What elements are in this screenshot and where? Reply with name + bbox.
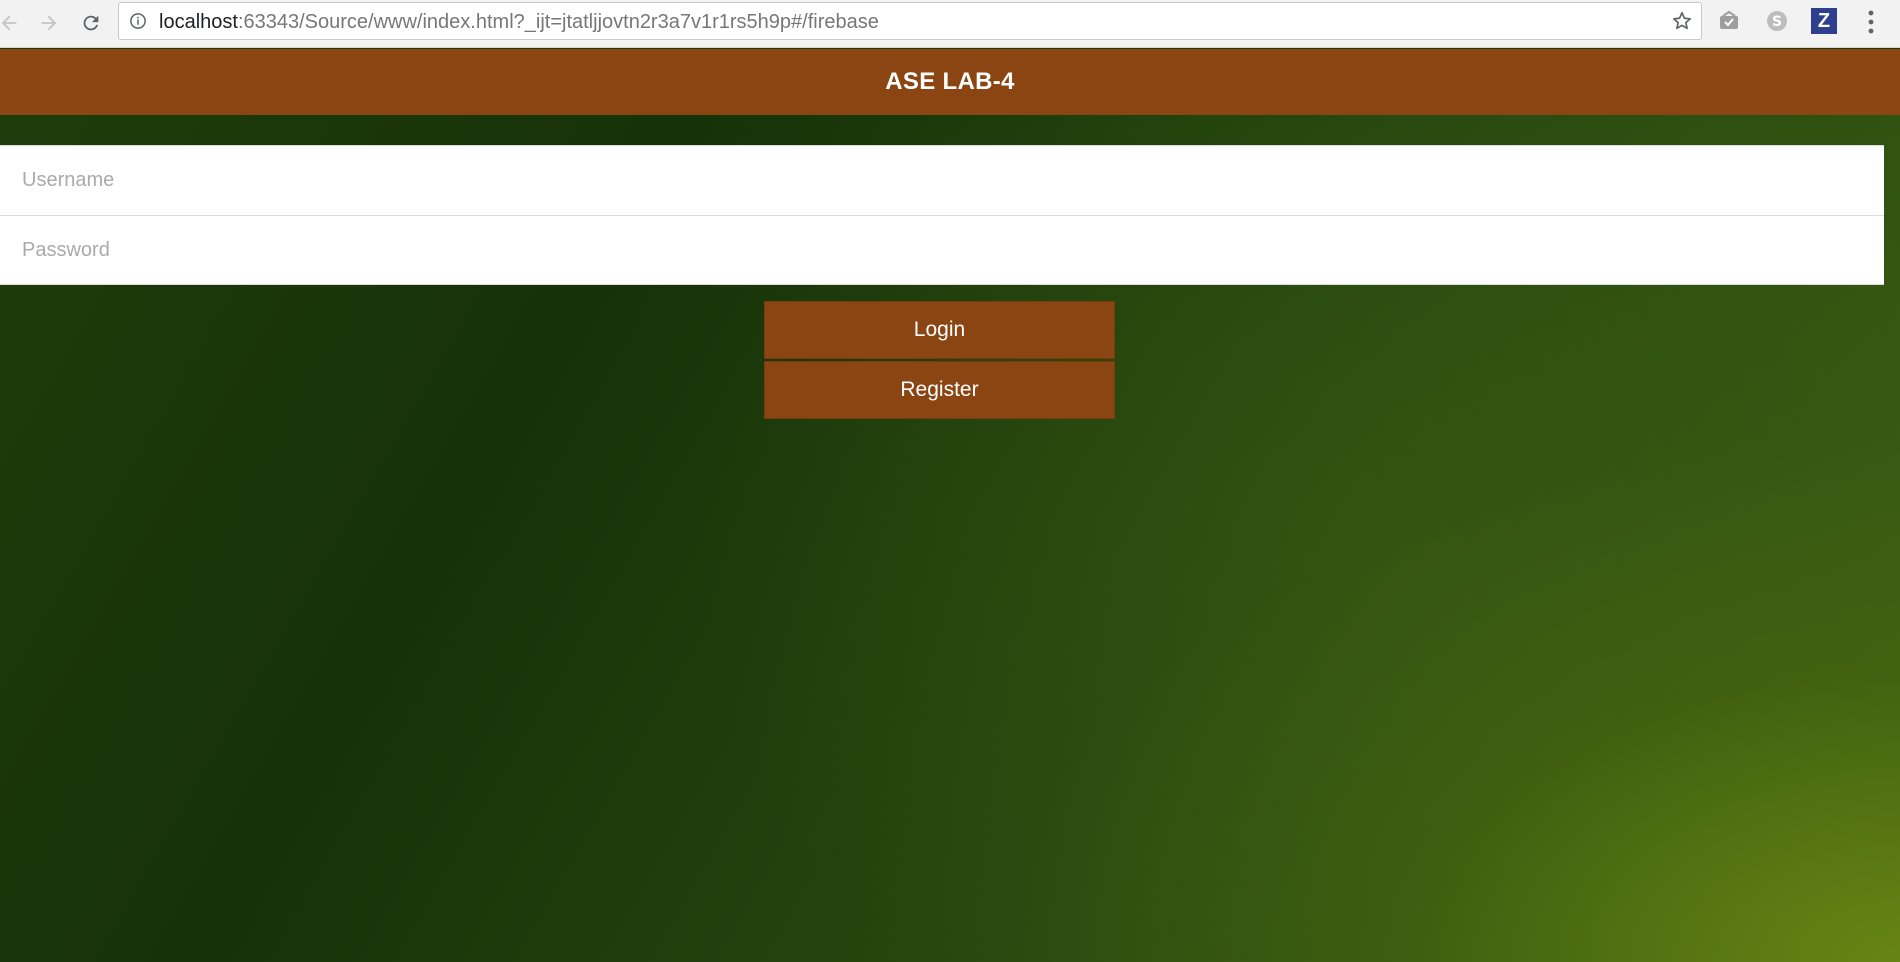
skype-icon[interactable]: S (1764, 8, 1790, 34)
password-input[interactable] (20, 237, 1884, 263)
forward-icon[interactable] (32, 6, 66, 40)
z-extension-label: Z (1811, 8, 1837, 34)
login-button[interactable]: Login (764, 301, 1115, 359)
browser-toolbar: localhost:63343/Source/www/index.html?_i… (0, 0, 1900, 48)
register-button[interactable]: Register (764, 361, 1115, 419)
z-icon[interactable]: Z (1811, 8, 1837, 34)
address-bar[interactable]: localhost:63343/Source/www/index.html?_i… (118, 2, 1702, 40)
password-row[interactable] (0, 215, 1884, 284)
back-icon[interactable] (0, 6, 26, 40)
page-title: ASE LAB-4 (885, 68, 1015, 95)
app-header: ASE LAB-4 (0, 49, 1900, 115)
svg-text:S: S (1772, 14, 1782, 30)
star-icon[interactable] (1671, 10, 1693, 32)
url-text[interactable]: localhost:63343/Source/www/index.html?_i… (159, 3, 879, 39)
username-input[interactable] (20, 168, 1884, 193)
info-icon[interactable] (129, 12, 147, 30)
extension-icon[interactable] (1716, 8, 1742, 34)
url-path: :63343/Source/www/index.html?_ijt=jtatlj… (237, 11, 879, 33)
url-host: localhost (159, 11, 238, 33)
menu-icon[interactable] (1862, 8, 1880, 36)
username-row[interactable] (0, 146, 1884, 215)
reload-icon[interactable] (74, 6, 108, 40)
app-page: ASE LAB-4 Login Register (0, 49, 1900, 962)
login-form (0, 145, 1884, 285)
